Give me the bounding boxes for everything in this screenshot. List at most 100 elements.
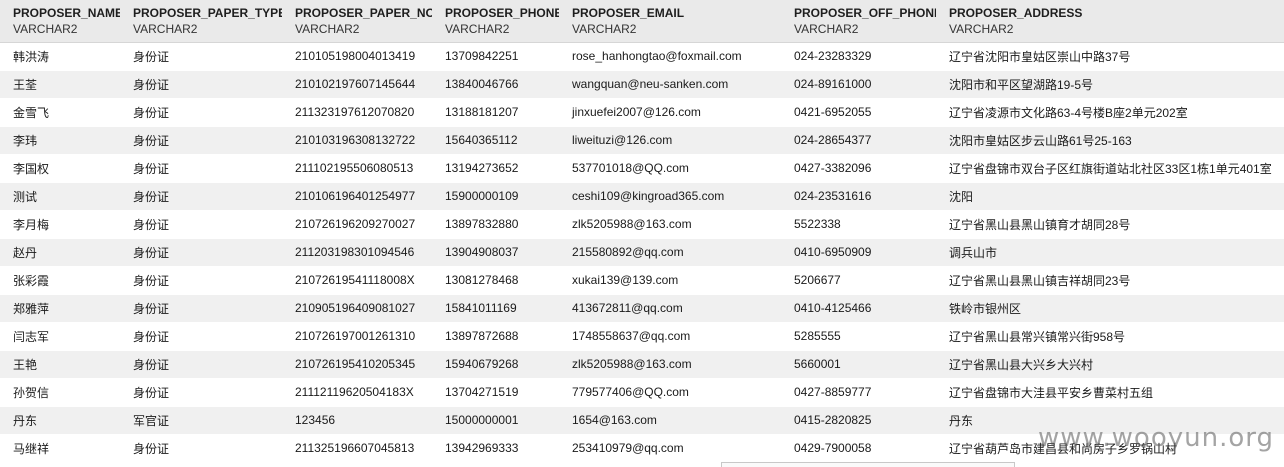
cell-proposer-off-phone[interactable]: 0410-6950909 [781, 238, 936, 267]
cell-proposer-address[interactable]: 铁岭市银州区 [936, 294, 1284, 323]
cell-proposer-off-phone[interactable]: 5206677 [781, 266, 936, 295]
cell-proposer-name[interactable]: 王荃 [0, 70, 120, 99]
cell-proposer-phone[interactable]: 13188181207 [432, 98, 559, 127]
cell-proposer-paper-type[interactable]: 身份证 [120, 98, 282, 127]
cell-proposer-phone[interactable]: 13897832880 [432, 210, 559, 239]
cell-proposer-phone[interactable]: 13194273652 [432, 154, 559, 183]
cell-proposer-name[interactable]: 闫志军 [0, 322, 120, 351]
table-row[interactable]: 郑雅萍 身份证 210905196409081027 15841011169 41367… [0, 294, 1284, 323]
cell-proposer-paper-type[interactable]: 身份证 [120, 126, 282, 155]
cell-proposer-email[interactable]: 1748558637@qq.com [559, 322, 781, 351]
cell-proposer-paper-type[interactable]: 身份证 [120, 70, 282, 99]
table-row[interactable]: 孙贺信 身份证 21112119620504183X 13704271519 77957… [0, 378, 1284, 407]
cell-proposer-name[interactable]: 张彩霞 [0, 266, 120, 295]
cell-proposer-paper-type[interactable]: 身份证 [120, 378, 282, 407]
cell-proposer-email[interactable]: 253410979@qq.com [559, 434, 781, 463]
cell-proposer-off-phone[interactable]: 0410-4125466 [781, 294, 936, 323]
cell-proposer-phone[interactable]: 13709842251 [432, 42, 559, 71]
cell-proposer-paper-type[interactable]: 身份证 [120, 434, 282, 463]
cell-proposer-name[interactable]: 李玮 [0, 126, 120, 155]
cell-proposer-off-phone[interactable]: 0415-2820825 [781, 406, 936, 435]
cell-proposer-paper-no[interactable]: 21072619541118008X [282, 266, 432, 295]
cell-proposer-phone[interactable]: 15940679268 [432, 350, 559, 379]
cell-proposer-address[interactable]: 辽宁省黑山县常兴镇常兴街958号 [936, 322, 1284, 351]
cell-proposer-off-phone[interactable]: 0427-8859777 [781, 378, 936, 407]
table-row[interactable]: 李玮 身份证 210103196308132722 15640365112 liweit… [0, 126, 1284, 155]
table-row[interactable]: 测试 身份证 210106196401254977 15900000109 ceshi1… [0, 182, 1284, 211]
cell-proposer-address[interactable]: 辽宁省凌源市文化路63-4号楼B座2单元202室 [936, 98, 1284, 127]
column-header-proposer-phone[interactable]: PROPOSER_PHONE VARCHAR2 [432, 0, 559, 43]
table-row[interactable]: 赵丹 身份证 211203198301094546 13904908037 215580… [0, 238, 1284, 267]
table-row[interactable]: 闫志军 身份证 210726197001261310 13897872688 17485… [0, 322, 1284, 351]
cell-proposer-paper-no[interactable]: 211325196607045813 [282, 434, 432, 463]
cell-proposer-paper-no[interactable]: 210726196209270027 [282, 210, 432, 239]
table-row[interactable]: 金雪飞 身份证 211323197612070820 13188181207 jinxu… [0, 98, 1284, 127]
cell-proposer-name[interactable]: 测试 [0, 182, 120, 211]
cell-proposer-address[interactable]: 丹东 [936, 406, 1284, 435]
cell-proposer-name[interactable]: 李月梅 [0, 210, 120, 239]
cell-proposer-email[interactable]: ceshi109@kingroad365.com [559, 182, 781, 211]
cell-proposer-paper-no[interactable]: 210106196401254977 [282, 182, 432, 211]
cell-proposer-paper-no[interactable]: 211203198301094546 [282, 238, 432, 267]
cell-proposer-off-phone[interactable]: 5660001 [781, 350, 936, 379]
cell-proposer-address[interactable]: 辽宁省沈阳市皇姑区崇山中路37号 [936, 42, 1284, 71]
cell-proposer-off-phone[interactable]: 5522338 [781, 210, 936, 239]
cell-proposer-email[interactable]: rose_hanhongtao@foxmail.com [559, 42, 781, 71]
cell-proposer-email[interactable]: zlk5205988@163.com [559, 210, 781, 239]
cell-proposer-paper-no[interactable]: 210102197607145644 [282, 70, 432, 99]
cell-proposer-email[interactable]: 413672811@qq.com [559, 294, 781, 323]
cell-proposer-address[interactable]: 沈阳 [936, 182, 1284, 211]
cell-proposer-email[interactable]: jinxuefei2007@126.com [559, 98, 781, 127]
cell-proposer-address[interactable]: 调兵山市 [936, 238, 1284, 267]
cell-proposer-address[interactable]: 沈阳市和平区望湖路19-5号 [936, 70, 1284, 99]
table-row[interactable]: 李国权 身份证 211102195506080513 13194273652 53770… [0, 154, 1284, 183]
cell-proposer-phone[interactable]: 15640365112 [432, 126, 559, 155]
cell-proposer-email[interactable]: 779577406@QQ.com [559, 378, 781, 407]
cell-proposer-email[interactable]: wangquan@neu-sanken.com [559, 70, 781, 99]
cell-proposer-off-phone[interactable]: 024-28654377 [781, 126, 936, 155]
cell-proposer-paper-type[interactable]: 军官证 [120, 406, 282, 435]
cell-proposer-paper-no[interactable]: 211102195506080513 [282, 154, 432, 183]
cell-proposer-name[interactable]: 赵丹 [0, 238, 120, 267]
cell-proposer-email[interactable]: 537701018@QQ.com [559, 154, 781, 183]
cell-proposer-paper-no[interactable]: 210726197001261310 [282, 322, 432, 351]
cell-proposer-name[interactable]: 郑雅萍 [0, 294, 120, 323]
cell-proposer-off-phone[interactable]: 0429-7900058 [781, 434, 936, 463]
column-header-proposer-paper-type[interactable]: PROPOSER_PAPER_TYPE VARCHAR2 [120, 0, 282, 43]
cell-proposer-email[interactable]: 215580892@qq.com [559, 238, 781, 267]
cell-proposer-name[interactable]: 李国权 [0, 154, 120, 183]
cell-proposer-paper-type[interactable]: 身份证 [120, 322, 282, 351]
cell-proposer-off-phone[interactable]: 5285555 [781, 322, 936, 351]
table-row[interactable]: 王荃 身份证 210102197607145644 13840046766 wangqu… [0, 70, 1284, 99]
cell-proposer-paper-type[interactable]: 身份证 [120, 154, 282, 183]
column-header-proposer-paper-no[interactable]: PROPOSER_PAPER_NO VARCHAR2 [282, 0, 432, 43]
cell-proposer-email[interactable]: liweituzi@126.com [559, 126, 781, 155]
cell-proposer-name[interactable]: 马继祥 [0, 434, 120, 463]
cell-proposer-phone[interactable]: 15841011169 [432, 294, 559, 323]
column-header-proposer-email[interactable]: PROPOSER_EMAIL VARCHAR2 [559, 0, 781, 43]
table-row[interactable]: 王艳 身份证 210726195410205345 15940679268 zlk520… [0, 350, 1284, 379]
cell-proposer-name[interactable]: 丹东 [0, 406, 120, 435]
cell-proposer-off-phone[interactable]: 0427-3382096 [781, 154, 936, 183]
table-row[interactable]: 马继祥 身份证 211325196607045813 13942969333 25341… [0, 434, 1284, 463]
cell-proposer-name[interactable]: 韩洪涛 [0, 42, 120, 71]
cell-proposer-email[interactable]: 1654@163.com [559, 406, 781, 435]
cell-proposer-address[interactable]: 辽宁省黑山县黑山镇吉祥胡同23号 [936, 266, 1284, 295]
cell-proposer-paper-no[interactable]: 21112119620504183X [282, 378, 432, 407]
cell-proposer-paper-type[interactable]: 身份证 [120, 182, 282, 211]
table-row[interactable]: 丹东 军官证 123456 15000000001 1654@163.com 0415-2… [0, 406, 1284, 435]
table-row[interactable]: 张彩霞 身份证 21072619541118008X 13081278468 xukai… [0, 266, 1284, 295]
cell-proposer-address[interactable]: 沈阳市皇姑区步云山路61号25-163 [936, 126, 1284, 155]
cell-proposer-phone[interactable]: 13904908037 [432, 238, 559, 267]
cell-proposer-name[interactable]: 王艳 [0, 350, 120, 379]
cell-proposer-phone[interactable]: 13897872688 [432, 322, 559, 351]
cell-proposer-paper-type[interactable]: 身份证 [120, 350, 282, 379]
column-header-proposer-name[interactable]: PROPOSER_NAME VARCHAR2 [0, 0, 120, 43]
cell-proposer-email[interactable]: zlk5205988@163.com [559, 350, 781, 379]
cell-proposer-paper-no[interactable]: 210905196409081027 [282, 294, 432, 323]
cell-proposer-address[interactable]: 辽宁省盘锦市双台子区红旗街道站北社区33区1栋1单元401室 [936, 154, 1284, 183]
column-header-proposer-off-phone[interactable]: PROPOSER_OFF_PHONE VARCHAR2 [781, 0, 936, 43]
cell-proposer-phone[interactable]: 13704271519 [432, 378, 559, 407]
table-row[interactable]: 韩洪涛 身份证 210105198004013419 13709842251 rose_… [0, 42, 1284, 71]
cell-proposer-phone[interactable]: 15000000001 [432, 406, 559, 435]
